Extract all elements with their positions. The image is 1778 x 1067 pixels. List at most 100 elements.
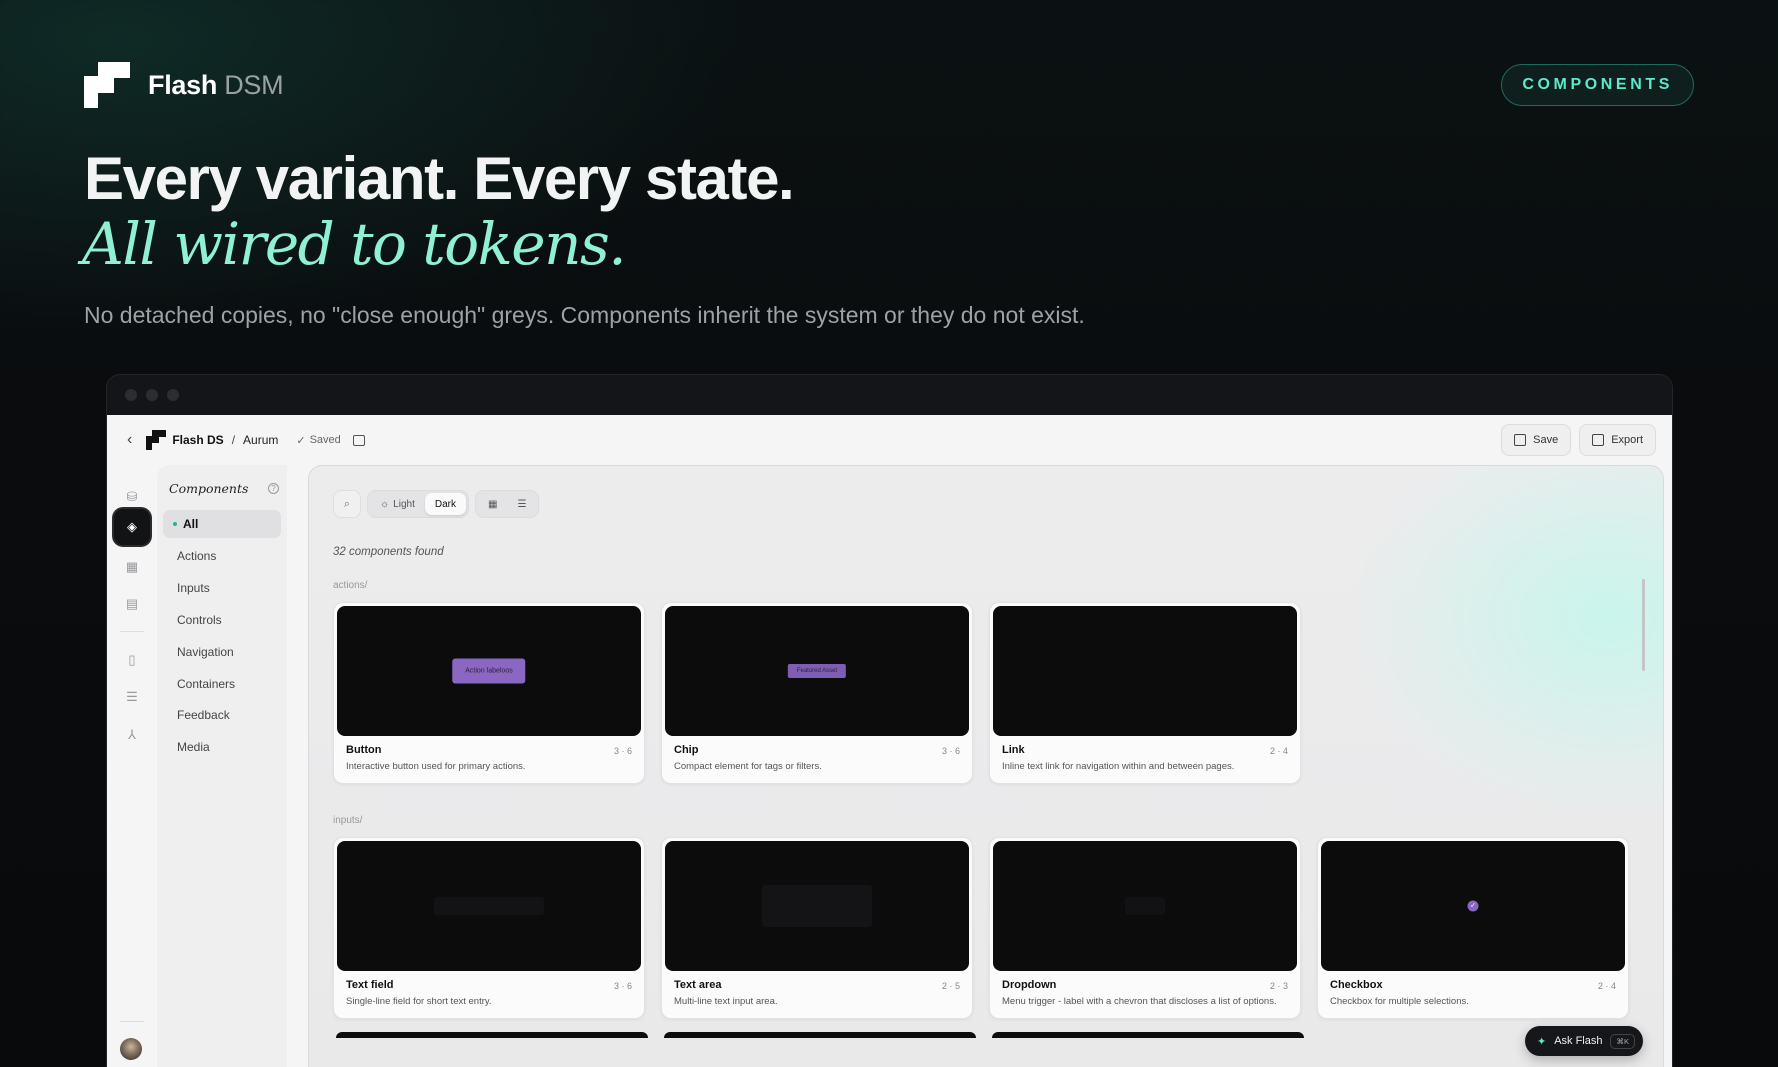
breadcrumb-project[interactable]: Aurum	[243, 433, 278, 447]
export-icon	[1592, 434, 1605, 446]
hero-description: No detached copies, no "close enough" gr…	[84, 302, 1085, 328]
card-description: Compact element for tags or filters.	[674, 761, 822, 772]
shortcut-badge: ⌘K	[1610, 1033, 1635, 1049]
preview-dropdown	[1125, 897, 1165, 915]
component-card-text-field[interactable]: Text field 3 · 6 Single-line field for s…	[333, 837, 645, 1019]
component-card-chip[interactable]: Featured Asset Chip 3 · 6 Compact elemen…	[661, 602, 973, 784]
preview-text-area	[762, 885, 872, 927]
gallery-toolbar: ⌕ ☼ Light Dark ▦ ☰	[333, 490, 540, 518]
back-arrow-icon[interactable]: ‹	[127, 431, 132, 449]
card-meta: 2 · 4	[1597, 981, 1616, 991]
help-icon[interactable]: ?	[268, 483, 279, 494]
card-title: Checkbox	[1330, 979, 1383, 991]
app-topbar: ‹ Flash DS / Aurum ✓ Saved Save Export	[107, 415, 1672, 465]
rail-divider	[120, 631, 144, 632]
card-description: Inline text link for navigation within a…	[1002, 761, 1235, 772]
save-icon	[1514, 434, 1527, 446]
theme-light-label: Light	[393, 498, 415, 510]
nav-heading: Components	[169, 481, 249, 496]
stack-icon[interactable]: ⛁	[118, 483, 146, 511]
card-preview-partial	[992, 1032, 1304, 1038]
card-description: Checkbox for multiple selections.	[1330, 996, 1469, 1007]
window-dot-maximize[interactable]	[167, 389, 179, 401]
avatar[interactable]	[120, 1038, 142, 1060]
theme-toggle: ☼ Light Dark	[367, 490, 469, 518]
card-title: Text area	[674, 979, 722, 991]
card-preview	[665, 841, 969, 971]
card-meta: 2 · 5	[941, 981, 960, 991]
save-button[interactable]: Save	[1501, 424, 1572, 456]
hero-subtitle: All wired to tokens.	[82, 210, 627, 278]
card-preview-partial	[336, 1032, 648, 1038]
card-meta: 3 · 6	[613, 981, 632, 991]
app-window: ‹ Flash DS / Aurum ✓ Saved Save Export ⛁…	[106, 374, 1673, 1067]
nav-item-feedback[interactable]: Feedback	[163, 701, 281, 729]
check-icon: ✓	[296, 434, 306, 447]
card-title: Button	[346, 744, 382, 756]
preview-chip: Featured Asset	[787, 664, 847, 678]
export-button[interactable]: Export	[1579, 424, 1656, 456]
component-card-checkbox[interactable]: ✓ Checkbox 2 · 4 Checkbox for multiple s…	[1317, 837, 1629, 1019]
flash-mini-logo-icon	[146, 430, 167, 450]
top-actions: Save Export	[1501, 424, 1656, 456]
card-preview: ✓	[1321, 841, 1625, 971]
app-content: ‹ Flash DS / Aurum ✓ Saved Save Export ⛁…	[107, 415, 1672, 1067]
hero-title: Every variant. Every state.	[84, 145, 795, 212]
theme-light-option[interactable]: ☼ Light	[370, 493, 425, 515]
comment-icon[interactable]	[352, 434, 365, 446]
components-icon[interactable]: ◈	[114, 509, 150, 545]
list-icon[interactable]: ☰	[118, 683, 146, 711]
card-title: Dropdown	[1002, 979, 1057, 991]
flash-logo-icon	[84, 62, 130, 108]
sparkle-icon: ✦	[1536, 1035, 1547, 1048]
components-badge[interactable]: COMPONENTS	[1501, 64, 1694, 106]
window-titlebar	[107, 375, 1672, 415]
nav-item-controls[interactable]: Controls	[163, 606, 281, 634]
sun-icon: ☼	[380, 498, 390, 510]
document-icon[interactable]: ▯	[118, 646, 146, 674]
card-preview	[337, 841, 641, 971]
card-title: Text field	[346, 979, 394, 991]
nav-item-containers[interactable]: Containers	[163, 670, 281, 698]
card-meta: 2 · 3	[1269, 981, 1288, 991]
component-card-link[interactable]: Link 2 · 4 Inline text link for navigati…	[989, 602, 1301, 784]
ask-flash-button[interactable]: ✦ Ask Flash ⌘K	[1524, 1026, 1643, 1056]
components-gallery: ⌕ ☼ Light Dark ▦ ☰ 32 components found a…	[308, 465, 1664, 1067]
nav-item-inputs[interactable]: Inputs	[163, 574, 281, 602]
components-nav: Components ? All Actions Inputs Controls…	[157, 465, 287, 1067]
card-description: Menu trigger - label with a chevron that…	[1002, 996, 1277, 1007]
theme-dark-option[interactable]: Dark	[424, 493, 466, 515]
search-icon[interactable]: ⌕	[333, 490, 361, 518]
window-dot-close[interactable]	[125, 389, 137, 401]
save-label: Save	[1533, 434, 1559, 446]
nav-item-navigation[interactable]: Navigation	[163, 638, 281, 666]
breadcrumb-workspace[interactable]: Flash DS	[172, 433, 223, 447]
nav-item-all[interactable]: All	[163, 510, 281, 538]
scrollbar[interactable]	[1642, 579, 1645, 671]
grid-icon[interactable]: ▦	[118, 553, 146, 581]
brand[interactable]: Flash DSM	[84, 62, 284, 108]
ask-flash-label: Ask Flash	[1554, 1035, 1603, 1047]
results-count: 32 components found	[333, 546, 444, 558]
card-meta: 3 · 6	[941, 746, 960, 756]
tree-icon[interactable]: ⅄	[118, 721, 146, 749]
component-card-button[interactable]: Action labeloos Button 3 · 6 Interactive…	[333, 602, 645, 784]
nav-item-actions[interactable]: Actions	[163, 542, 281, 570]
window-dot-minimize[interactable]	[146, 389, 158, 401]
card-meta: 3 · 6	[613, 746, 632, 756]
icon-rail: ⛁ ◈ ▦ ▤ ▯ ☰ ⅄ ⚙	[107, 465, 157, 1067]
card-description: Multi-line text input area.	[674, 996, 778, 1007]
component-card-dropdown[interactable]: Dropdown 2 · 3 Menu trigger - label with…	[989, 837, 1301, 1019]
card-title: Link	[1002, 744, 1025, 756]
card-preview: Action labeloos	[337, 606, 641, 736]
component-card-text-area[interactable]: Text area 2 · 5 Multi-line text input ar…	[661, 837, 973, 1019]
group-label-inputs: inputs/	[333, 815, 363, 826]
list-view-icon[interactable]: ☰	[507, 493, 536, 515]
group-label-actions: actions/	[333, 580, 368, 591]
preview-checkbox-icon: ✓	[1467, 900, 1479, 912]
grid-view-icon[interactable]: ▦	[478, 493, 507, 515]
nav-item-media[interactable]: Media	[163, 733, 281, 761]
layout-icon[interactable]: ▤	[118, 590, 146, 618]
view-toggle: ▦ ☰	[474, 490, 540, 518]
preview-button: Action labeloos	[452, 658, 526, 684]
